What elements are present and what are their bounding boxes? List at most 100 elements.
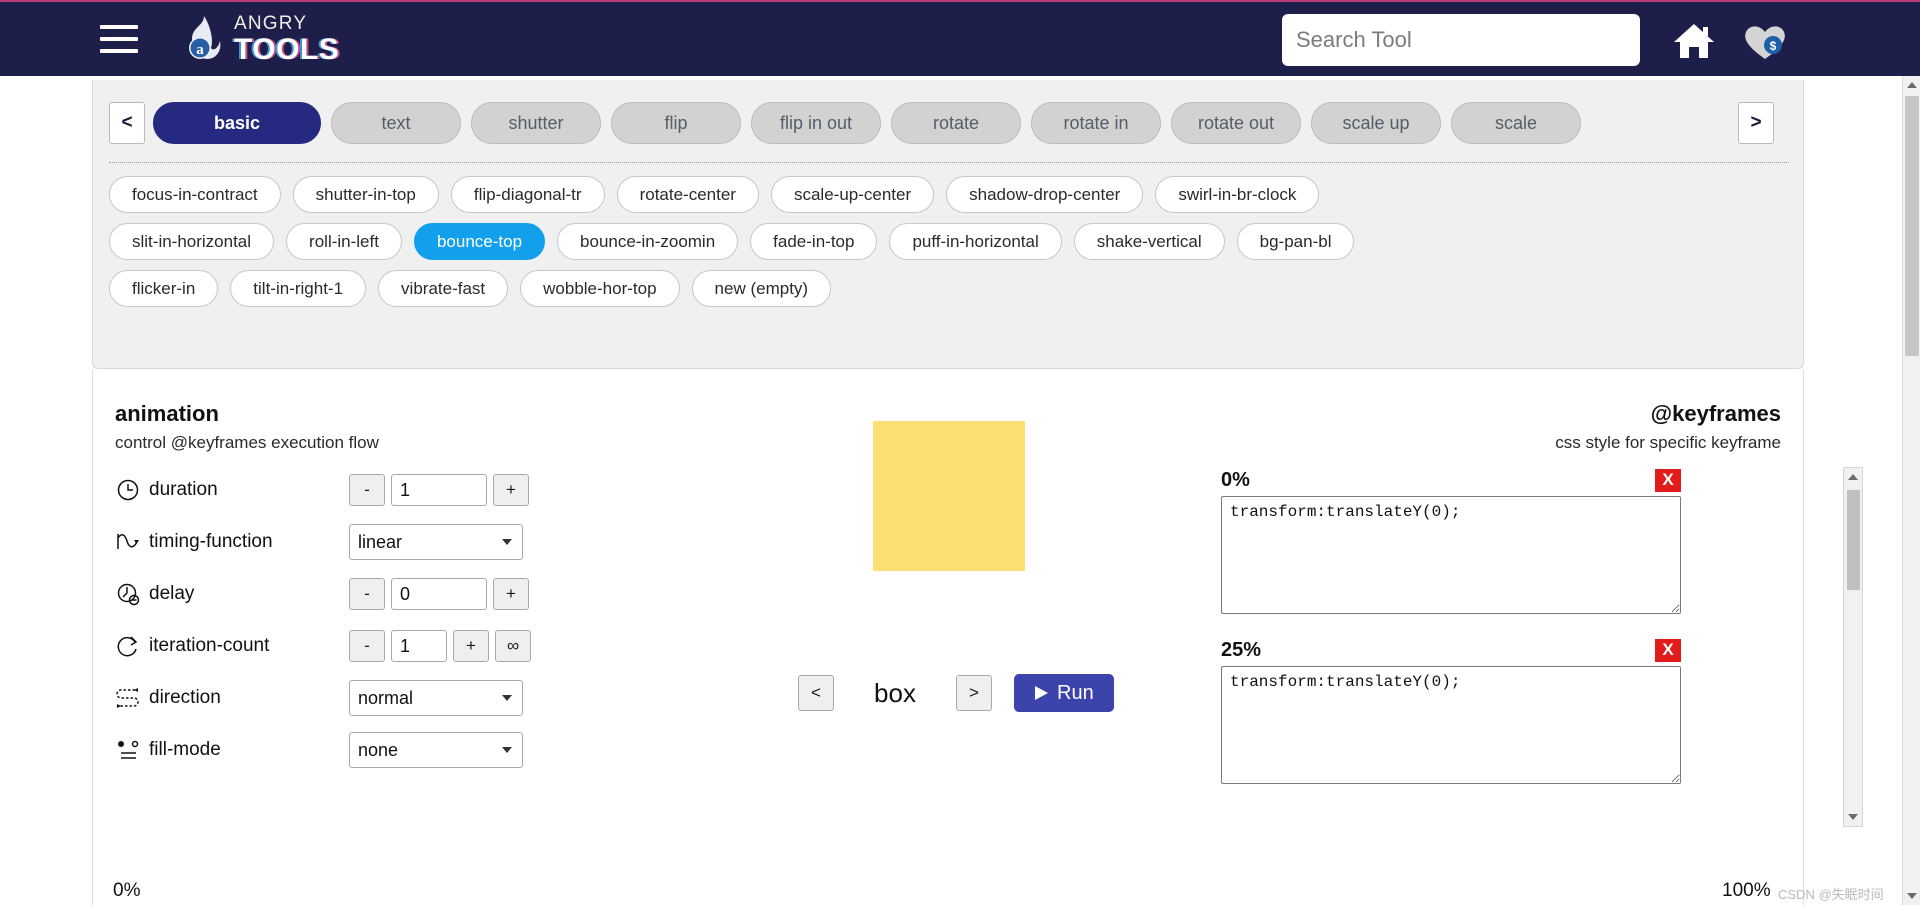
scroll-up-arrow-icon[interactable] [1903,76,1920,94]
tab-flip-in-out[interactable]: flip in out [751,102,881,144]
scroll-down-arrow-icon[interactable] [1903,887,1920,905]
preset-label: new (empty) [714,278,809,298]
page-scrollbar[interactable] [1902,76,1920,905]
keyframe-header: 0% X [1221,467,1681,493]
preset-roll-in-left[interactable]: roll-in-left [286,223,402,260]
preset-label: wobble-hor-top [543,278,657,298]
watermark: CSDN @失眠时间 [1778,887,1884,902]
preset-focus-in-contract[interactable]: focus-in-contract [109,176,281,213]
run-button[interactable]: Run [1014,674,1114,712]
keyframe-css-textarea[interactable] [1221,666,1681,784]
tab-label: flip in out [779,112,853,133]
increment-duration-button[interactable]: + [493,474,529,506]
preview-next-button[interactable]: > [956,675,992,711]
preset-shutter-in-top[interactable]: shutter-in-top [292,176,439,213]
home-icon[interactable] [1672,20,1716,62]
select-wrapper-direction: normalreversealternatealternate-reverse [349,680,523,716]
preset-flicker-in[interactable]: flicker-in [109,270,219,307]
preset-puff-in-horizontal[interactable]: puff-in-horizontal [889,223,1062,260]
preset-label: flip-diagonal-tr [473,184,582,204]
preset-slit-in-horizontal[interactable]: slit-in-horizontal [109,223,275,260]
preset-label: bounce-in-zoomin [580,231,716,251]
infinite-iteration-button[interactable]: ∞ [495,630,531,662]
hamburger-menu-icon[interactable] [100,25,138,53]
keyframe-block: 0% X [1221,467,1681,619]
preset-label: shake-vertical [1096,231,1202,251]
control-row-timing-function: timing-function lineareaseease-inease-out… [115,519,523,565]
heart-dollar-icon[interactable]: $ [1742,20,1788,62]
tab-label: scale up [1342,112,1410,133]
keyframes-scroll-down-icon[interactable] [1844,808,1862,826]
tabs-prev-button[interactable]: < [109,102,145,144]
preview-box [873,421,1025,571]
tab-scale-up[interactable]: scale up [1311,102,1441,144]
iteration-count-input[interactable] [391,630,447,662]
preset-swirl-in-br-clock[interactable]: swirl-in-br-clock [1155,176,1320,213]
control-row-duration: duration-+ [115,467,529,513]
preset-panel: < basic text shutter flip flip in out rotate r… [92,80,1804,369]
preset-shake-vertical[interactable]: shake-vertical [1073,223,1225,260]
brand-name-top: ANGRY [234,12,308,34]
decrement-duration-button[interactable]: - [349,474,385,506]
preset-flip-diagonal-tr[interactable]: flip-diagonal-tr [450,176,605,213]
tab-shutter[interactable]: shutter [471,102,601,144]
preset-vibrate-fast[interactable]: vibrate-fast [378,270,509,307]
preset-bg-pan-bl[interactable]: bg-pan-bl [1236,223,1355,260]
select-fill-mode[interactable]: noneforwardsbackwardsboth [349,732,523,768]
preset-fade-in-top[interactable]: fade-in-top [750,223,878,260]
preview-prev-button[interactable]: < [798,675,834,711]
tab-scale[interactable]: scale [1451,102,1581,144]
keyframes-scrollbar-thumb[interactable] [1847,490,1860,590]
delete-keyframe-button[interactable]: X [1655,638,1681,662]
page-scrollbar-thumb[interactable] [1905,96,1919,356]
preset-label: tilt-in-right-1 [253,278,344,298]
hamburger-bar [100,49,138,53]
preset-new-empty[interactable]: new (empty) [691,270,832,307]
search-input[interactable] [1282,14,1640,66]
preset-wobble-hor-top[interactable]: wobble-hor-top [520,270,680,307]
tab-basic[interactable]: basic [153,102,321,144]
run-button-label: Run [1057,681,1094,704]
delay-input[interactable] [391,578,487,610]
preset-label: puff-in-horizontal [912,231,1039,251]
keyframe-css-textarea[interactable] [1221,496,1681,614]
tab-label: scale [1494,112,1538,133]
preset-rotate-center[interactable]: rotate-center [616,176,759,213]
preset-label: roll-in-left [309,231,379,251]
decrement-delay-button[interactable]: - [349,578,385,610]
top-navbar: a ANGRY TOOLS $ [0,0,1920,76]
keyframes-scroll-up-icon[interactable] [1844,468,1862,486]
clock-minus-icon [117,583,140,606]
control-label-delay: delay [149,583,195,604]
hamburger-bar [100,25,138,29]
brand-logo[interactable]: a ANGRY TOOLS [180,14,339,65]
decrement-iteration-count-button[interactable]: - [349,630,385,662]
tab-text[interactable]: text [331,102,461,144]
select-direction[interactable]: normalreversealternatealternate-reverse [349,680,523,716]
tabs-next-button[interactable]: > [1738,102,1774,144]
preset-label: shadow-drop-center [969,184,1121,204]
preset-tilt-in-right-1[interactable]: tilt-in-right-1 [230,270,367,307]
keyframes-scrollbar[interactable] [1843,467,1863,827]
preset-bounce-in-zoomin[interactable]: bounce-in-zoomin [557,223,739,260]
tab-rotate-out[interactable]: rotate out [1171,102,1301,144]
preset-label: focus-in-contract [132,184,258,204]
tab-flip[interactable]: flip [611,102,741,144]
increment-iteration-count-button[interactable]: + [453,630,489,662]
direction-arrows-icon [116,688,139,708]
delete-keyframe-button[interactable]: X [1655,468,1681,492]
select-timing-function[interactable]: lineareaseease-inease-outease-in-out [349,524,523,560]
preset-row: slit-in-horizontal roll-in-left bounce-top… [109,223,1789,260]
tab-rotate[interactable]: rotate [891,102,1021,144]
tab-rotate-in[interactable]: rotate in [1031,102,1161,144]
duration-input[interactable] [391,474,487,506]
increment-delay-button[interactable]: + [493,578,529,610]
preset-label: rotate-center [639,184,736,204]
tab-label: rotate out [1197,112,1275,133]
preset-bounce-top[interactable]: bounce-top [413,223,546,260]
preset-shadow-drop-center[interactable]: shadow-drop-center [946,176,1144,213]
clock-icon [117,479,139,501]
preset-scale-up-center[interactable]: scale-up-center [770,176,935,213]
preview-element-name: box [874,677,916,708]
stepper-delay: -+ [349,578,529,610]
